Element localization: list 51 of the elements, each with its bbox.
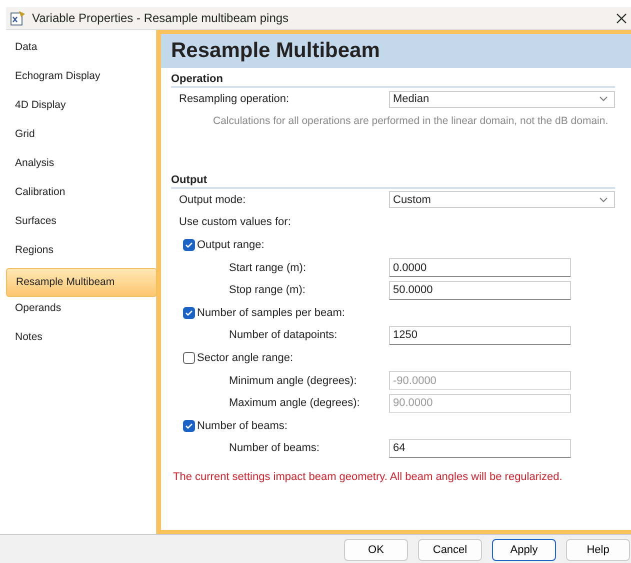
input-field[interactable]: 0.0000	[389, 258, 571, 278]
field-label: Maximum angle (degrees):	[228, 397, 361, 410]
checkbox[interactable]	[183, 352, 195, 364]
checkbox[interactable]	[183, 306, 195, 319]
sidebar-item[interactable]: Regions	[6, 239, 156, 268]
checkmark-icon	[184, 308, 194, 318]
page-title: Resample Multibeam	[161, 34, 631, 68]
sidebar-item[interactable]: Echogram Display	[6, 65, 156, 94]
field-label: Use custom values for:	[178, 216, 292, 228]
dropdown[interactable]: Median	[389, 90, 615, 108]
checkbox-label: Number of beams:	[197, 420, 288, 432]
input-field[interactable]: 50.0000	[389, 280, 571, 300]
note-text: Calculations for all operations are performed in the linear domain, not the dB domain.	[212, 114, 610, 127]
field-label: Output mode:	[178, 194, 247, 206]
chevron-icon	[599, 196, 608, 203]
warning-text: The current settings impact beam geometry. All beam angles will be regularized.	[172, 470, 564, 483]
app-icon	[10, 10, 26, 26]
sidebar-item[interactable]: Notes	[6, 326, 156, 355]
field-label: Start range (m):	[228, 262, 308, 274]
sidebar-item[interactable]: Calibration	[6, 181, 156, 210]
chevron-icon	[599, 96, 608, 102]
field-label: Stop range (m):	[228, 284, 306, 296]
sidebar-item[interactable]: Analysis	[6, 152, 156, 181]
window-title: Variable Properties - Resample multibeam pings	[32, 11, 290, 25]
sidebar-item[interactable]: Surfaces	[6, 210, 156, 239]
checkbox-label: Output range:	[197, 239, 264, 252]
dialog-button[interactable]: Cancel	[418, 539, 482, 561]
sidebar-item[interactable]: Data	[6, 36, 156, 65]
checkbox[interactable]	[183, 239, 195, 252]
sidebar-item[interactable]: Grid	[6, 123, 156, 152]
close-icon[interactable]	[616, 12, 627, 24]
field-label: Resampling operation:	[178, 93, 290, 106]
section-heading: Output	[171, 168, 615, 189]
sidebar-item[interactable]: Resample Multibeam	[6, 268, 157, 297]
sidebar-item[interactable]: 4D Display	[6, 94, 156, 123]
dialog-button[interactable]: OK	[344, 539, 408, 561]
checkbox-label: Number of samples per beam:	[197, 306, 345, 319]
field-label: Number of datapoints:	[228, 329, 338, 342]
dropdown[interactable]: Custom	[389, 191, 615, 208]
field-label: Number of beams:	[228, 442, 320, 454]
sidebar-item[interactable]: Operands	[6, 297, 156, 326]
checkbox-label: Sector angle range:	[197, 352, 294, 364]
field-label: Minimum angle (degrees):	[228, 374, 358, 387]
dialog-button[interactable]: Help	[566, 539, 630, 561]
input-field[interactable]: 64	[389, 438, 571, 458]
dialog-button[interactable]: Apply	[492, 539, 556, 561]
checkbox[interactable]	[183, 420, 195, 432]
checkmark-icon	[184, 240, 194, 250]
checkmark-icon	[184, 420, 194, 431]
section-heading: Operation	[171, 68, 615, 88]
input-field[interactable]: 1250	[389, 326, 571, 345]
